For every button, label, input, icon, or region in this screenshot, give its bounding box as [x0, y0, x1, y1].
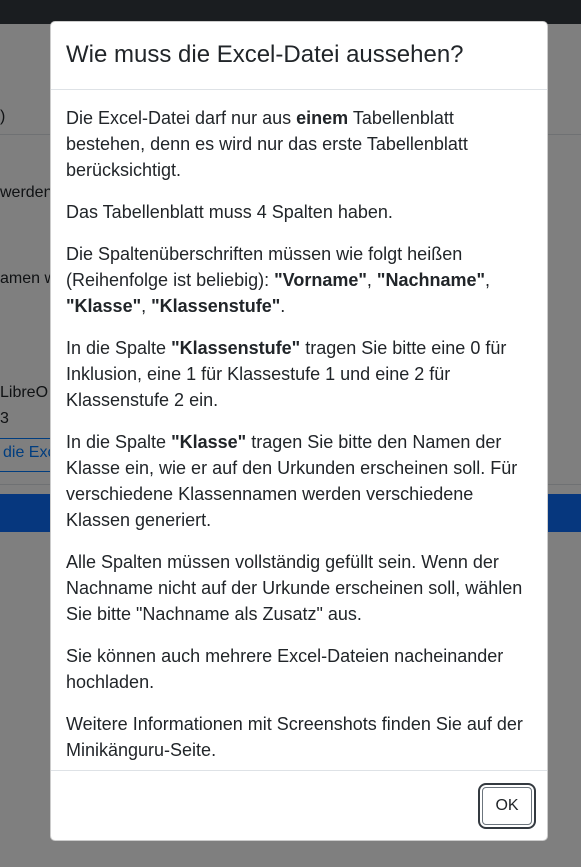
info-paragraph: Sie können auch mehrere Excel-Dateien na…	[66, 646, 504, 692]
excel-help-modal: Wie muss die Excel-Datei aussehen? Die E…	[50, 21, 548, 841]
info-paragraph: Das Tabellenblatt muss 4 Spalten haben.	[66, 202, 393, 222]
info-paragraph: In die Spalte "Klasse" tragen Sie bitte …	[66, 432, 518, 530]
modal-footer: OK	[51, 770, 547, 840]
info-paragraph: Weitere Informationen mit Screenshots fi…	[66, 714, 523, 760]
info-paragraph: Die Spaltenüberschriften müssen wie folg…	[66, 244, 491, 316]
info-paragraph: Die Excel-Datei darf nur aus einem Tabel…	[66, 108, 468, 180]
modal-title: Wie muss die Excel-Datei aussehen?	[66, 41, 464, 68]
modal-body: Die Excel-Datei darf nur aus einem Tabel…	[51, 90, 547, 763]
info-paragraph: In die Spalte "Klassenstufe" tragen Sie …	[66, 338, 507, 410]
ok-button[interactable]: OK	[482, 787, 532, 825]
modal-header: Wie muss die Excel-Datei aussehen?	[51, 22, 547, 90]
info-paragraph: Alle Spalten müssen vollständig gefüllt …	[66, 552, 523, 624]
